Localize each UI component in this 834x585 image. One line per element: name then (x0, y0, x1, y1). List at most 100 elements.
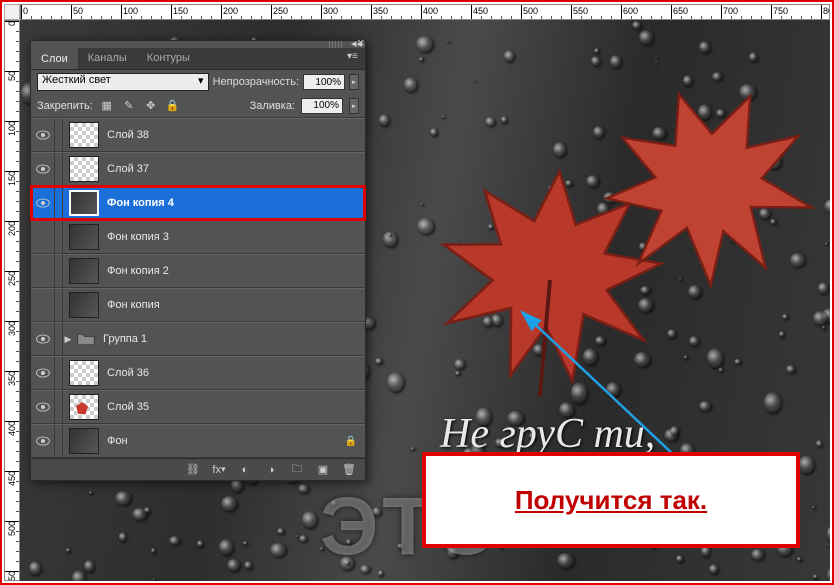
ruler-v-label: 0 (7, 21, 17, 26)
link-column (55, 323, 63, 355)
layer-name[interactable]: Фон (105, 435, 343, 447)
visibility-toggle[interactable] (31, 391, 55, 423)
fill-flyout-icon[interactable]: ▸ (349, 98, 359, 114)
layer-name[interactable]: Фон копия 2 (105, 265, 365, 277)
visibility-toggle[interactable] (31, 255, 55, 287)
ruler-h-label: 0 (23, 6, 28, 16)
layer-thumbnail[interactable] (69, 292, 99, 318)
layer-thumbnail[interactable] (69, 428, 99, 454)
lock-icon: 🔒 (343, 436, 359, 447)
group-twirl-icon[interactable]: ▶ (63, 323, 73, 355)
lock-position-icon[interactable]: ✥ (143, 98, 159, 114)
visibility-toggle[interactable] (31, 289, 55, 321)
ruler-h-label: 150 (173, 6, 188, 16)
vertical-ruler[interactable]: 050100150200250300350400450500550 (4, 20, 20, 581)
ruler-v-label: 450 (7, 471, 17, 486)
layer-thumbnail[interactable] (69, 190, 99, 216)
layer-name[interactable]: Фон копия 4 (105, 197, 365, 209)
link-column (55, 119, 63, 151)
ruler-v-label: 50 (7, 71, 17, 81)
panel-footer: ⛓ fx▾ ◐ ◑ 🗀 ▣ 🗑 (31, 458, 365, 480)
layers-panel[interactable]: ◂◂ × Слои Каналы Контуры ▾≡ Жесткий свет… (30, 40, 366, 481)
ruler-v-label: 250 (7, 271, 17, 286)
horizontal-ruler[interactable]: 0501001502002503003504004505005506006507… (20, 4, 830, 20)
canvas-script-text: Не груС ти, (440, 410, 655, 458)
layer-name[interactable]: Слой 37 (105, 163, 365, 175)
ruler-h-label: 400 (423, 6, 438, 16)
layer-name[interactable]: Слой 35 (105, 401, 365, 413)
link-column (55, 425, 63, 457)
layer-name[interactable]: Фон копия (105, 299, 365, 311)
layer-thumbnail[interactable] (69, 156, 99, 182)
lock-transparency-icon[interactable]: ▦ (99, 98, 115, 114)
visibility-toggle[interactable] (31, 357, 55, 389)
layer-group-icon[interactable]: 🗀 (289, 462, 305, 478)
layer-thumbnail[interactable] (69, 258, 99, 284)
ruler-v-label: 150 (7, 171, 17, 186)
tab-paths[interactable]: Контуры (137, 48, 200, 69)
tab-layers[interactable]: Слои (31, 47, 78, 69)
lock-pixels-icon[interactable]: ✎ (121, 98, 137, 114)
visibility-toggle[interactable] (31, 187, 55, 219)
opacity-input[interactable] (303, 74, 345, 90)
layer-row[interactable]: Слой 37 (31, 152, 365, 186)
layer-thumbnail[interactable] (69, 224, 99, 250)
new-layer-icon[interactable]: ▣ (315, 462, 331, 478)
ruler-h-label: 500 (523, 6, 538, 16)
panel-menu-icon[interactable]: ▾≡ (347, 51, 361, 63)
ruler-h-label: 550 (573, 6, 588, 16)
layer-row[interactable]: Фон копия 2 (31, 254, 365, 288)
layer-row[interactable]: ▶ Группа 1 (31, 322, 365, 356)
link-column (55, 255, 63, 287)
layer-thumbnail[interactable] (69, 394, 99, 420)
layer-row[interactable]: Слой 38 (31, 118, 365, 152)
ruler-h-label: 300 (323, 6, 338, 16)
layer-name[interactable]: Группа 1 (101, 333, 365, 345)
layer-mask-icon[interactable]: ◐ (237, 462, 253, 478)
tab-channels[interactable]: Каналы (78, 48, 137, 69)
close-icon[interactable]: × (357, 39, 367, 49)
ruler-h-label: 600 (623, 6, 638, 16)
visibility-toggle[interactable] (31, 425, 55, 457)
ruler-h-label: 350 (373, 6, 388, 16)
fill-input[interactable] (301, 98, 343, 114)
annotation-callout: Получится так. (422, 452, 800, 548)
folder-icon (77, 332, 95, 346)
adjustment-layer-icon[interactable]: ◑ (263, 462, 279, 478)
layer-row[interactable]: Фон копия 3 (31, 220, 365, 254)
screenshot-frame: 0501001502002503003504004505005506006507… (0, 0, 834, 585)
ruler-v-label: 350 (7, 371, 17, 386)
lock-fill-row: Закрепить: ▦ ✎ ✥ 🔒 Заливка: ▸ (31, 94, 365, 118)
panel-grip[interactable]: ◂◂ × (31, 41, 365, 48)
link-column (55, 357, 63, 389)
ruler-h-label: 250 (273, 6, 288, 16)
blend-opacity-row: Жесткий свет ▾ Непрозрачность: ▸ (31, 70, 365, 94)
link-layers-icon[interactable]: ⛓ (185, 462, 201, 478)
layer-name[interactable]: Слой 38 (105, 129, 365, 141)
visibility-toggle[interactable] (31, 323, 55, 355)
layer-name[interactable]: Фон копия 3 (105, 231, 365, 243)
layer-thumbnail[interactable] (69, 360, 99, 386)
ruler-h-label: 650 (673, 6, 688, 16)
link-column (55, 187, 63, 219)
layer-row[interactable]: Фон🔒 (31, 424, 365, 458)
layer-name[interactable]: Слой 36 (105, 367, 365, 379)
layer-thumbnail[interactable] (69, 122, 99, 148)
layer-row[interactable]: Фон копия 4 (31, 186, 365, 220)
visibility-toggle[interactable] (31, 221, 55, 253)
ruler-h-label: 100 (123, 6, 138, 16)
blend-mode-select[interactable]: Жесткий свет ▾ (37, 73, 209, 91)
ruler-h-label: 800 (823, 6, 830, 16)
visibility-toggle[interactable] (31, 119, 55, 151)
opacity-flyout-icon[interactable]: ▸ (349, 74, 359, 90)
layer-row[interactable]: Слой 36 (31, 356, 365, 390)
lock-all-icon[interactable]: 🔒 (165, 98, 181, 114)
layer-row[interactable]: Фон копия (31, 288, 365, 322)
layer-row[interactable]: Слой 35 (31, 390, 365, 424)
visibility-toggle[interactable] (31, 153, 55, 185)
ruler-origin[interactable] (4, 4, 20, 20)
delete-layer-icon[interactable]: 🗑 (341, 462, 357, 478)
layer-style-icon[interactable]: fx▾ (211, 462, 227, 478)
ruler-h-label: 50 (73, 6, 83, 16)
panel-tabbar: Слои Каналы Контуры ▾≡ (31, 48, 365, 70)
